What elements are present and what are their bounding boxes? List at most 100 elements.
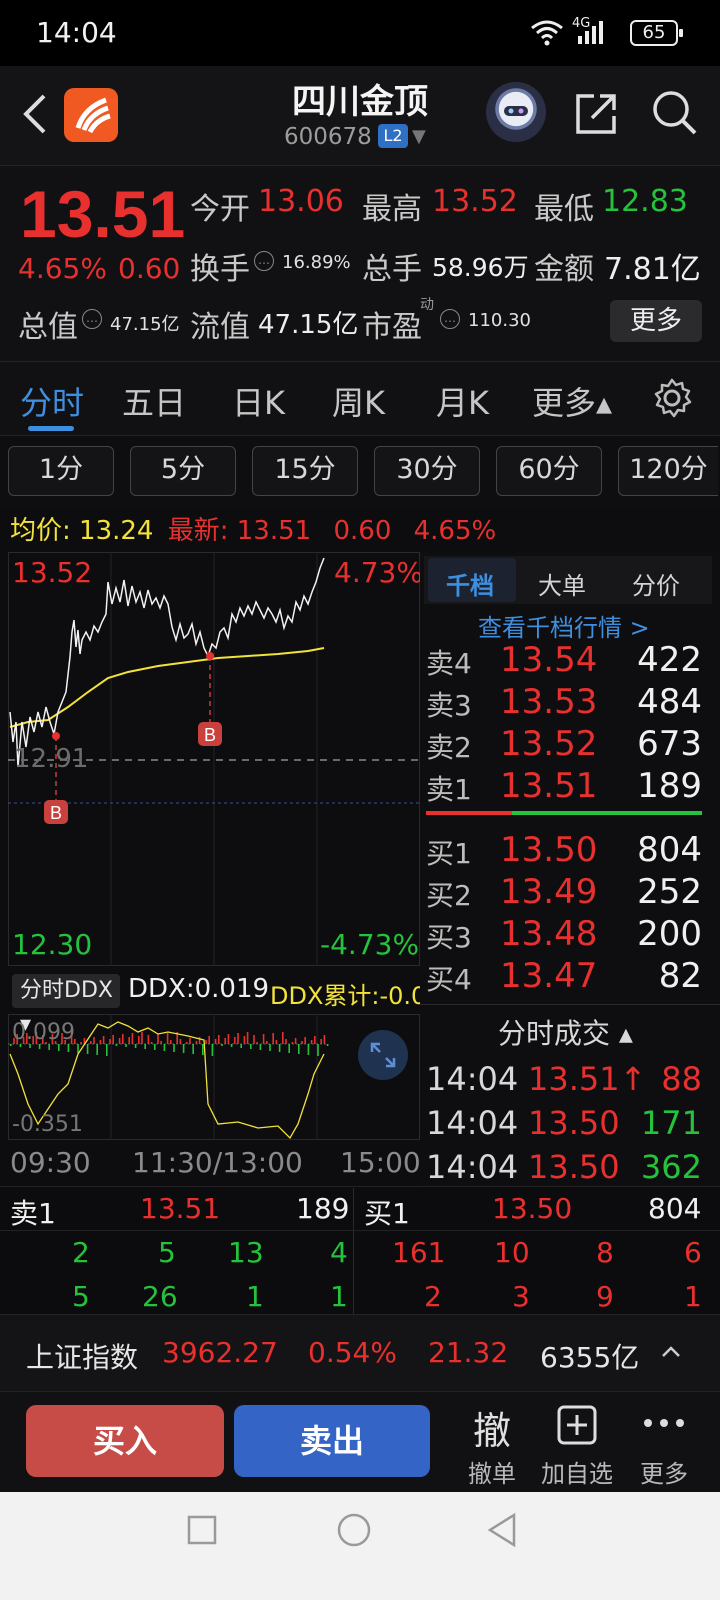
tab-price-dist[interactable]: 分价 — [632, 566, 680, 601]
sell-queue-order: 26 — [142, 1280, 178, 1313]
level2-badge[interactable]: L2 — [378, 124, 408, 148]
amount-label: 金额 — [534, 252, 594, 287]
sell-queue-order: 5 — [72, 1280, 90, 1313]
tab-big-order[interactable]: 大单 — [538, 566, 586, 601]
sell-queue-order: 5 — [158, 1236, 176, 1269]
l1-buy-label: 买1 — [364, 1197, 410, 1230]
ask-volume: 422 — [637, 640, 702, 680]
bid-volume: 804 — [637, 830, 702, 870]
ddx-bar — [202, 1044, 204, 1055]
ddx-bar — [192, 1044, 194, 1054]
ddx-bar — [278, 1044, 281, 1052]
chart-low-percent: -4.73% — [320, 928, 420, 961]
ddx-bar — [208, 1036, 210, 1044]
ddx-bar — [227, 1034, 230, 1044]
home-icon[interactable] — [336, 1512, 372, 1548]
period-30min-button[interactable]: 30分 — [374, 446, 480, 496]
robot-assistant-icon[interactable] — [486, 82, 546, 142]
cancel-order-icon[interactable]: 撤 — [462, 1400, 522, 1455]
gear-icon[interactable] — [650, 376, 694, 420]
latest-value: 13.51 — [236, 516, 312, 546]
index-change: 21.32 — [428, 1336, 509, 1369]
recent-apps-icon[interactable] — [186, 1514, 218, 1546]
tab-weekly-k[interactable]: 周K — [332, 378, 385, 424]
ddx-bar — [253, 1035, 255, 1044]
chart-low-price: 12.30 — [12, 928, 93, 961]
info-icon[interactable]: … — [254, 251, 274, 271]
period-60min-button[interactable]: 60分 — [496, 446, 602, 496]
float-value: 47.15亿 — [258, 310, 359, 340]
sell-queue-order: 1 — [246, 1280, 264, 1313]
last-price: 13.51 — [20, 177, 186, 251]
status-time: 14:04 — [36, 16, 117, 49]
ddx-bar — [182, 1044, 185, 1053]
tab-depth[interactable]: 千档 — [446, 566, 494, 601]
index-percent: 0.54% — [308, 1336, 397, 1369]
period-tabs: 分时 五日 日K 周K 月K 更多▴ — [0, 362, 720, 436]
cancel-order-label[interactable]: 撤单 — [462, 1454, 522, 1489]
ddx-bar — [67, 1044, 70, 1052]
ddx-bar — [80, 1042, 82, 1044]
tab-five-day[interactable]: 五日 — [122, 378, 186, 424]
view-depth-link[interactable]: 查看千档行情 > — [478, 608, 650, 643]
chevron-up-icon[interactable] — [660, 1344, 682, 1360]
indicator-select[interactable]: 分时DDX ▾ — [12, 974, 120, 1037]
info-icon[interactable]: … — [82, 309, 102, 329]
buy-queue-order: 8 — [596, 1236, 614, 1269]
more-icon[interactable] — [642, 1416, 686, 1430]
ddx-bar — [237, 1033, 239, 1044]
buy-queue-order: 9 — [596, 1280, 614, 1313]
info-icon[interactable]: … — [440, 309, 460, 329]
open-value: 13.06 — [258, 184, 344, 219]
app-logo[interactable] — [64, 88, 118, 142]
bid-label: 买4 — [426, 963, 472, 996]
buy-marker-badge[interactable]: B — [198, 722, 222, 746]
tab-monthly-k[interactable]: 月K — [436, 378, 489, 424]
ddx-bar — [218, 1035, 220, 1044]
l1-buy-price: 13.50 — [492, 1192, 573, 1225]
back-icon[interactable] — [20, 92, 50, 136]
ask-label: 卖4 — [426, 647, 472, 680]
buy-button[interactable]: 买入 — [26, 1405, 224, 1477]
tick-volume: 171 — [640, 1104, 702, 1142]
ddx-bar — [275, 1040, 278, 1044]
tab-daily-k[interactable]: 日K — [232, 378, 285, 424]
buy-marker-badge[interactable]: B — [44, 800, 68, 824]
more-quote-button[interactable]: 更多 — [610, 300, 702, 342]
buy-queue-order: 6 — [684, 1236, 702, 1269]
caret-down-icon[interactable]: ▼ — [412, 126, 426, 147]
add-watchlist-icon[interactable] — [556, 1404, 598, 1446]
tab-more[interactable]: 更多▴ — [532, 378, 612, 424]
more-label[interactable]: 更多 — [634, 1454, 694, 1489]
ddx-bar — [77, 1044, 79, 1053]
expand-chart-button[interactable] — [358, 1030, 408, 1080]
ddx-bar — [141, 1032, 143, 1044]
ddx-bar — [301, 1041, 303, 1044]
divider — [0, 1230, 720, 1231]
avg-value: 13.24 — [79, 516, 154, 546]
tab-intraday[interactable]: 分时 — [20, 378, 84, 424]
buy-queue-order: 161 — [392, 1236, 446, 1269]
ddx-bar — [282, 1032, 284, 1044]
add-watchlist-label[interactable]: 加自选 — [536, 1454, 618, 1489]
share-icon[interactable] — [574, 90, 620, 136]
sell-button[interactable]: 卖出 — [234, 1405, 430, 1477]
period-120min-button[interactable]: 120分 — [618, 446, 718, 496]
sell-queue-order: 1 — [330, 1280, 348, 1313]
period-15min-button[interactable]: 15分 — [252, 446, 358, 496]
ask-label: 卖2 — [426, 731, 472, 764]
back-nav-icon[interactable] — [486, 1512, 518, 1548]
period-1min-button[interactable]: 1分 — [8, 446, 114, 496]
amount-value: 7.81亿 — [604, 252, 701, 287]
ask-volume: 189 — [637, 766, 702, 806]
tick-time: 14:04 — [426, 1104, 519, 1142]
pe-value: 110.30 — [468, 310, 531, 331]
ticks-header[interactable]: 分时成交 ▴ — [498, 1012, 633, 1052]
ddx-bar — [195, 1041, 198, 1044]
period-5min-button[interactable]: 5分 — [130, 446, 236, 496]
l1-buy-volume: 804 — [648, 1192, 702, 1225]
search-icon[interactable] — [650, 88, 698, 136]
index-amount: 6355亿 — [540, 1341, 640, 1374]
ddx-bar — [320, 1039, 322, 1044]
ddx-bar — [122, 1034, 124, 1044]
